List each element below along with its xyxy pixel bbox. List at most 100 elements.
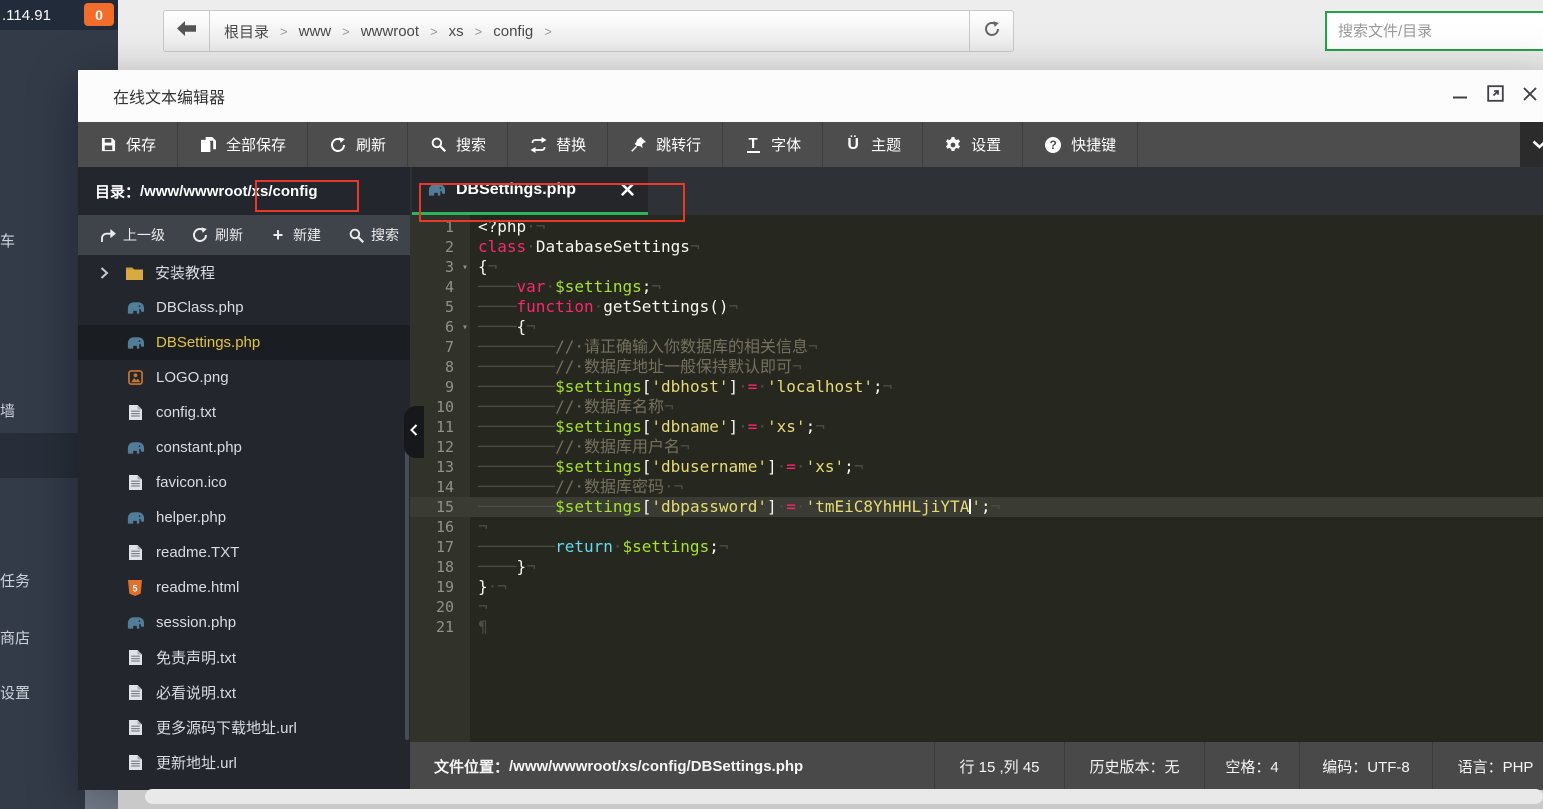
tab-dbsettings[interactable]: DBSettings.php <box>412 167 648 215</box>
line-number: 2 <box>410 237 470 257</box>
code-line[interactable]: 5────function·getSettings()¬ <box>410 297 1543 317</box>
fold-arrow-icon[interactable]: ▾ <box>462 318 468 338</box>
directory-prefix: 目录： <box>95 181 140 202</box>
code-line[interactable]: 14────────//·数据库密码·¬ <box>410 477 1543 497</box>
code-line[interactable]: 15────────$settings['dbpassword']·=·'tmE… <box>410 497 1543 517</box>
fold-arrow-icon[interactable]: ▾ <box>462 258 468 278</box>
breadcrumb-item[interactable]: xs <box>449 23 464 40</box>
toolbar-button-saveall[interactable]: 全部保存 <box>178 122 308 167</box>
code-segment: $settings <box>555 417 642 436</box>
svg-text:5: 5 <box>132 583 137 593</box>
code-line[interactable]: 4────var·$settings;¬ <box>410 277 1543 297</box>
tab-close-icon[interactable] <box>621 183 634 196</box>
tree-item[interactable]: DBSettings.php <box>78 325 410 360</box>
code-line[interactable]: 9────────$settings['dbhost']·=·'localhos… <box>410 377 1543 397</box>
panel-button-refresh[interactable]: 刷新 <box>192 225 243 245</box>
tree-item[interactable]: 5readme.html <box>78 570 410 605</box>
code-line[interactable]: 21¶ <box>410 617 1543 637</box>
bottom-scrollbar[interactable] <box>145 789 1543 804</box>
code-line[interactable]: 16¬ <box>410 517 1543 537</box>
code-segment: ──────── <box>478 477 555 496</box>
breadcrumb-item[interactable]: config <box>493 23 533 40</box>
code-segment: 'dbusername' <box>651 457 767 476</box>
sidebar-item[interactable]: 车 <box>0 230 15 251</box>
tree-item[interactable]: 必看说明.txt <box>78 675 410 710</box>
code-line[interactable]: 7────────//·请正确输入你数据库的相关信息¬ <box>410 337 1543 357</box>
sidebar-item[interactable]: 商店 <box>0 627 30 648</box>
toolbar-button-save[interactable]: 保存 <box>78 122 178 167</box>
toolbar-button-theme[interactable]: Ü主题 <box>823 122 923 167</box>
chevron-right-icon[interactable] <box>100 267 113 279</box>
panel-button-new[interactable]: +新建 <box>270 225 321 245</box>
code-line[interactable]: 10────────//·数据库名称¬ <box>410 397 1543 417</box>
line-number: 21 <box>410 617 470 637</box>
code-line[interactable]: 12────────//·数据库用户名¬ <box>410 437 1543 457</box>
code-segment: · <box>526 237 536 256</box>
code-line[interactable]: 6▾────{¬ <box>410 317 1543 337</box>
tree-item[interactable]: helper.php <box>78 500 410 535</box>
maximize-button[interactable] <box>1485 86 1505 106</box>
toolbar-button-replace[interactable]: 替换 <box>508 122 608 167</box>
code-editor[interactable]: 1<?php·¬2class·DatabaseSettings¬3▾{¬4───… <box>410 215 1543 742</box>
message-count-badge[interactable]: 0 <box>84 3 114 26</box>
theme-icon: Ü <box>844 137 862 153</box>
sidebar-item[interactable]: 设置 <box>0 682 30 703</box>
tree-item[interactable]: LOGO.png <box>78 360 410 395</box>
code-line[interactable]: 11────────$settings['dbname']·=·'xs';¬ <box>410 417 1543 437</box>
toolbar-button-search[interactable]: 搜索 <box>408 122 508 167</box>
line-number: 14 <box>410 477 470 497</box>
code-text: ────────$settings['dbhost']·=·'localhost… <box>470 377 1543 397</box>
tree-item[interactable]: 免责声明.txt <box>78 640 410 675</box>
breadcrumb-item[interactable]: wwwroot <box>361 23 419 40</box>
search-input[interactable] <box>1325 11 1543 51</box>
toolbar-button-goto[interactable]: 跳转行 <box>608 122 723 167</box>
code-segment: 'dbhost' <box>651 377 728 396</box>
tree-item[interactable]: 更新地址.url <box>78 745 410 780</box>
toolbar-button-refresh[interactable]: 刷新 <box>308 122 408 167</box>
code-line[interactable]: 18────}¬ <box>410 557 1543 577</box>
status-language[interactable]: 语言：PHP <box>1432 742 1543 790</box>
breadcrumb-item[interactable]: 根目录 <box>224 21 269 42</box>
panel-button-up[interactable]: 上一级 <box>100 225 165 245</box>
tree-item[interactable]: 安装教程 <box>78 255 410 290</box>
tree-scrollbar[interactable] <box>405 420 409 740</box>
code-segment: ──────── <box>478 377 555 396</box>
close-button[interactable] <box>1520 86 1540 106</box>
status-encoding[interactable]: 编码：UTF-8 <box>1299 742 1432 790</box>
code-line[interactable]: 8────────//·数据库地址一般保持默认即可¬ <box>410 357 1543 377</box>
refresh-directory-button[interactable] <box>969 11 1013 51</box>
tree-item[interactable]: readme.TXT <box>78 535 410 570</box>
tree-item[interactable]: favicon.ico <box>78 465 410 500</box>
code-segment: { <box>517 317 527 336</box>
breadcrumb-item[interactable]: www <box>299 23 332 40</box>
code-line[interactable]: 2class·DatabaseSettings¬ <box>410 237 1543 257</box>
file-tree: 安装教程DBClass.phpDBSettings.phpLOGO.pngcon… <box>78 255 410 790</box>
code-line[interactable]: 17────────return·$settings;¬ <box>410 537 1543 557</box>
sidebar-item[interactable]: 任务 <box>0 570 30 591</box>
code-line[interactable]: 20¬ <box>410 597 1543 617</box>
code-segment: $settings <box>555 497 642 516</box>
toolbar-button-font[interactable]: T字体 <box>723 122 823 167</box>
line-number: 20 <box>410 597 470 617</box>
sidebar-item[interactable]: 墙 <box>0 400 15 421</box>
toolbar-button-hotkeys[interactable]: ?快捷键 <box>1023 122 1138 167</box>
tree-item[interactable]: 更多源码下载地址.url <box>78 710 410 745</box>
code-segment: //·数据库名称 <box>555 397 664 416</box>
code-line[interactable]: 3▾{¬ <box>410 257 1543 277</box>
code-line[interactable]: 1<?php·¬ <box>410 217 1543 237</box>
toolbar-button-settings[interactable]: 设置 <box>923 122 1023 167</box>
code-line[interactable]: 13────────$settings['dbusername']·=·'xs'… <box>410 457 1543 477</box>
code-line[interactable]: 19}·¬ <box>410 577 1543 597</box>
tree-item[interactable]: config.txt <box>78 395 410 430</box>
tab-list-dropdown-button[interactable] <box>1520 122 1543 167</box>
panel-button-search[interactable]: 搜索 <box>348 225 399 245</box>
tree-item[interactable]: DBClass.php <box>78 290 410 325</box>
code-text: ────────//·数据库密码·¬ <box>470 477 1543 497</box>
tree-item[interactable]: constant.php <box>78 430 410 465</box>
status-spaces[interactable]: 空格：4 <box>1204 742 1299 790</box>
tree-item[interactable]: session.php <box>78 605 410 640</box>
status-history[interactable]: 历史版本：无 <box>1064 742 1204 790</box>
back-button[interactable] <box>164 11 210 51</box>
panel-collapse-handle[interactable] <box>404 406 424 458</box>
minimize-button[interactable] <box>1450 86 1470 106</box>
